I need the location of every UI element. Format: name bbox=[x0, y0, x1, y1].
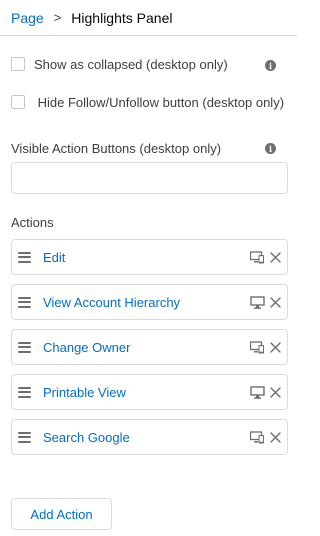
hide-follow-checkbox[interactable] bbox=[11, 95, 25, 109]
breadcrumb: Page > Highlights Panel bbox=[0, 0, 297, 36]
remove-icon[interactable] bbox=[269, 296, 282, 309]
visible-buttons-input[interactable] bbox=[11, 162, 288, 194]
action-label[interactable]: Printable View bbox=[43, 385, 126, 400]
remove-icon[interactable] bbox=[269, 386, 282, 399]
remove-icon[interactable] bbox=[269, 251, 282, 264]
properties-panel: Show as collapsed (desktop only) i Hide … bbox=[0, 55, 297, 455]
drag-handle-icon[interactable] bbox=[18, 296, 31, 308]
drag-handle-icon[interactable] bbox=[18, 251, 31, 263]
info-icon[interactable]: i bbox=[265, 143, 276, 154]
desktop-and-mobile-icon bbox=[250, 431, 264, 444]
desktop-and-mobile-icon bbox=[250, 341, 264, 354]
action-row-search-google[interactable]: Search Google bbox=[11, 419, 288, 455]
info-icon[interactable]: i bbox=[265, 60, 276, 71]
breadcrumb-current: Highlights Panel bbox=[71, 9, 173, 26]
breadcrumb-page-link[interactable]: Page bbox=[11, 10, 44, 26]
action-label[interactable]: Search Google bbox=[43, 430, 130, 445]
add-action-button[interactable]: Add Action bbox=[11, 498, 112, 530]
action-row-change-owner[interactable]: Change Owner bbox=[11, 329, 288, 365]
desktop-and-mobile-icon bbox=[250, 251, 264, 264]
drag-handle-icon[interactable] bbox=[18, 341, 31, 353]
action-row-printable-view[interactable]: Printable View bbox=[11, 374, 288, 410]
actions-section-title: Actions bbox=[11, 215, 54, 230]
remove-icon[interactable] bbox=[269, 341, 282, 354]
show-collapsed-option: Show as collapsed (desktop only) i bbox=[11, 55, 286, 75]
drag-handle-icon[interactable] bbox=[18, 431, 31, 443]
hide-follow-label: Hide Follow/Unfollow button (desktop onl… bbox=[37, 95, 285, 110]
show-collapsed-label: Show as collapsed (desktop only) bbox=[34, 57, 228, 72]
action-row-edit[interactable]: Edit bbox=[11, 239, 288, 275]
action-label[interactable]: Edit bbox=[43, 250, 65, 265]
desktop-icon bbox=[250, 386, 265, 399]
desktop-icon bbox=[250, 296, 265, 309]
show-collapsed-checkbox[interactable] bbox=[11, 57, 25, 71]
visible-buttons-field: Visible Action Buttons (desktop only) i bbox=[11, 139, 288, 194]
breadcrumb-separator: > bbox=[53, 10, 62, 25]
remove-icon[interactable] bbox=[269, 431, 282, 444]
action-row-view-account-hierarchy[interactable]: View Account Hierarchy bbox=[11, 284, 288, 320]
visible-buttons-label: Visible Action Buttons (desktop only) bbox=[11, 141, 222, 156]
action-label[interactable]: Change Owner bbox=[43, 340, 130, 355]
drag-handle-icon[interactable] bbox=[18, 386, 31, 398]
hide-follow-option: Hide Follow/Unfollow button (desktop onl… bbox=[11, 93, 286, 113]
action-label[interactable]: View Account Hierarchy bbox=[43, 295, 180, 310]
actions-list: Edit View Account Hierarchy Change Owner… bbox=[11, 239, 288, 455]
